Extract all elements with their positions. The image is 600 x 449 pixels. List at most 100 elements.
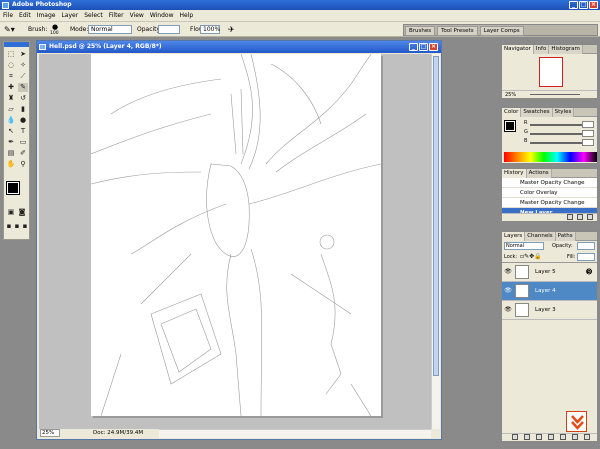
visibility-eye-icon[interactable]: 👁	[504, 269, 512, 275]
canvas-area[interactable]	[39, 54, 431, 429]
trash-icon[interactable]	[587, 214, 593, 220]
opacity-input[interactable]	[158, 25, 180, 34]
line-art-drawing[interactable]	[90, 54, 382, 417]
channel-b-slider[interactable]	[530, 142, 590, 144]
well-tab-tool-presets[interactable]: Tool Presets	[437, 26, 478, 36]
new-layer-icon[interactable]	[572, 434, 578, 440]
layer-name[interactable]: Layer 4	[535, 287, 556, 295]
tab-color[interactable]: Color	[502, 108, 522, 117]
blend-mode-select[interactable]: Normal	[504, 242, 544, 250]
hand-tool-icon[interactable]: ✋	[6, 160, 16, 169]
marquee-tool-icon[interactable]: ⬚	[6, 50, 16, 59]
doc-close-button[interactable]: ×	[429, 43, 438, 51]
doc-size-readout[interactable]: Doc: 24.9M/39.4M	[93, 429, 143, 438]
new-group-icon[interactable]	[548, 434, 554, 440]
history-brush-tool-icon[interactable]: ↺	[18, 94, 28, 103]
menu-edit[interactable]: Edit	[16, 10, 34, 22]
layer-row[interactable]: 👁 Layer 5 ➒	[502, 263, 597, 282]
tab-swatches[interactable]: Swatches	[521, 108, 553, 117]
channel-b-value[interactable]	[582, 139, 594, 146]
blur-tool-icon[interactable]: 💧	[6, 116, 16, 125]
fill-input[interactable]	[577, 253, 595, 261]
slice-tool-icon[interactable]: ⟋	[18, 72, 28, 81]
brush-tool-active-icon[interactable]: ✎	[18, 83, 28, 92]
mode-select[interactable]: Normal	[88, 25, 132, 34]
gradient-tool-icon[interactable]: ▮	[18, 105, 28, 114]
pen-tool-icon[interactable]: ✒	[6, 138, 16, 147]
new-document-icon[interactable]	[567, 214, 573, 220]
type-tool-icon[interactable]: T	[18, 127, 28, 136]
menu-file[interactable]: File	[0, 10, 16, 22]
move-tool-icon[interactable]: ➤	[18, 50, 28, 59]
menu-view[interactable]: View	[127, 10, 147, 22]
channel-g-slider[interactable]	[530, 133, 590, 135]
clone-stamp-tool-icon[interactable]: ♜	[6, 94, 16, 103]
layer-opacity-input[interactable]	[577, 242, 595, 250]
color-spectrum-ramp[interactable]	[504, 152, 597, 162]
channel-r-value[interactable]	[582, 121, 594, 128]
tab-layers[interactable]: Layers	[502, 232, 526, 241]
scroll-down-overlay-button[interactable]	[566, 411, 587, 432]
menu-image[interactable]: Image	[34, 10, 59, 22]
navigator-zoom[interactable]: 25%	[505, 91, 516, 99]
brush-tool-icon[interactable]: ✎▾	[4, 25, 15, 34]
menu-help[interactable]: Help	[177, 10, 197, 22]
menu-window[interactable]: Window	[147, 10, 177, 22]
layer-name[interactable]: Layer 3	[535, 306, 556, 314]
vertical-scrollbar[interactable]	[431, 54, 440, 429]
tab-channels[interactable]: Channels	[525, 232, 556, 241]
magic-wand-tool-icon[interactable]: ✧	[18, 61, 28, 70]
dodge-tool-icon[interactable]: ●	[18, 116, 28, 125]
history-item[interactable]: Color Overlay	[502, 188, 597, 198]
well-tab-layer-comps[interactable]: Layer Comps	[479, 26, 524, 36]
healing-brush-tool-icon[interactable]: ✚	[6, 83, 16, 92]
path-selection-tool-icon[interactable]: ↖	[6, 127, 16, 136]
standard-screen-icon[interactable]: ▪	[5, 222, 13, 231]
visibility-eye-icon[interactable]: 👁	[504, 307, 512, 313]
menu-layer[interactable]: Layer	[58, 10, 81, 22]
visibility-eye-icon[interactable]: 👁	[504, 288, 512, 294]
layer-row-selected[interactable]: 👁 Layer 4	[502, 282, 597, 301]
eyedropper-tool-icon[interactable]: ✐	[18, 149, 28, 158]
layer-name[interactable]: Layer 5	[535, 268, 556, 276]
channel-g-value[interactable]	[582, 130, 594, 137]
doc-maximize-button[interactable]: □	[419, 43, 428, 51]
minimize-button[interactable]: _	[569, 1, 578, 9]
menu-select[interactable]: Select	[81, 10, 106, 22]
navigator-thumbnail[interactable]	[539, 57, 563, 87]
menu-filter[interactable]: Filter	[106, 10, 127, 22]
airbrush-icon[interactable]: ✈	[228, 25, 235, 34]
color-fg-swatch[interactable]	[504, 120, 516, 132]
zoom-tool-icon[interactable]: ⚲	[18, 160, 28, 169]
tab-styles[interactable]: Styles	[552, 108, 575, 117]
notes-tool-icon[interactable]: ▤	[6, 149, 16, 158]
lock-options-icon[interactable]: ▫✎✥🔒	[520, 254, 542, 260]
link-layers-icon[interactable]	[512, 434, 518, 440]
new-snapshot-icon[interactable]	[577, 214, 583, 220]
history-item[interactable]: Master Opacity Change	[502, 198, 597, 208]
history-item[interactable]: Master Opacity Change	[502, 178, 597, 188]
delete-layer-icon[interactable]	[584, 434, 590, 440]
channel-r-slider[interactable]	[530, 124, 590, 126]
close-button[interactable]: ×	[589, 1, 598, 9]
horizontal-scrollbar[interactable]	[159, 429, 431, 438]
foreground-color-swatch[interactable]	[6, 181, 20, 195]
maximize-button[interactable]: □	[579, 1, 588, 9]
zoom-field[interactable]: 25%	[40, 429, 60, 437]
quick-mask-icon[interactable]: ◙	[18, 208, 26, 217]
layer-row[interactable]: 👁 Layer 3	[502, 301, 597, 320]
well-tab-brushes[interactable]: Brushes	[405, 26, 436, 36]
tab-histogram[interactable]: Histogram	[549, 45, 583, 54]
eraser-tool-icon[interactable]: ▱	[6, 105, 16, 114]
crop-tool-icon[interactable]: ⌗	[6, 72, 16, 81]
tab-navigator[interactable]: Navigator	[502, 45, 534, 54]
vertical-scroll-thumb[interactable]	[433, 56, 439, 376]
tab-history[interactable]: History	[502, 169, 527, 178]
lasso-tool-icon[interactable]: ◌	[6, 61, 16, 70]
layer-mask-icon[interactable]	[536, 434, 542, 440]
layer-effects-icon[interactable]: ➒	[586, 268, 592, 276]
tab-paths[interactable]: Paths	[555, 232, 576, 241]
layer-style-icon[interactable]	[524, 434, 530, 440]
standard-mode-icon[interactable]: ▣	[7, 208, 15, 217]
doc-minimize-button[interactable]: _	[409, 43, 418, 51]
